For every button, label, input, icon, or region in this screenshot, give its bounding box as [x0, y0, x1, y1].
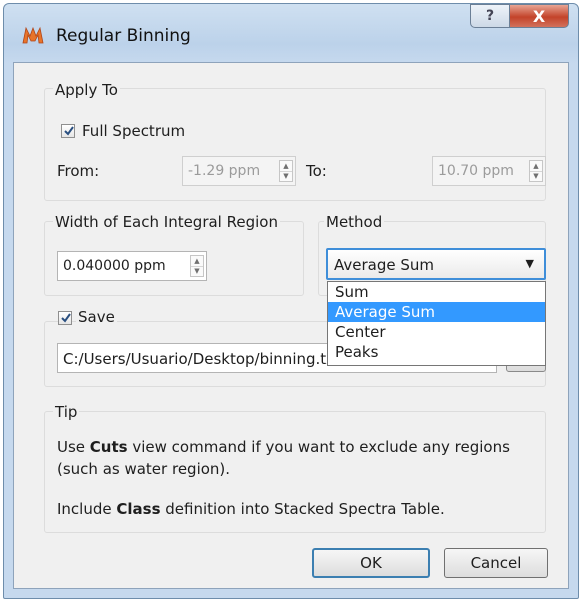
- to-label: To:: [306, 162, 327, 180]
- from-spinbox[interactable]: -1.29 ppm ▲ ▼: [182, 156, 296, 186]
- save-checkbox[interactable]: [58, 311, 72, 325]
- save-path-value: C:/Users/Usuario/Desktop/binning.txt: [63, 350, 341, 368]
- width-region-title: Width of Each Integral Region: [53, 213, 280, 231]
- tip-line-3-prefix: Include: [57, 500, 117, 518]
- method-option-peaks[interactable]: Peaks: [328, 342, 545, 362]
- checkmark-icon: [64, 126, 74, 136]
- tip-line-1-prefix: Use: [57, 438, 90, 456]
- width-value: 0.040000 ppm: [63, 258, 166, 274]
- window-title: Regular Binning: [56, 26, 191, 46]
- full-spectrum-label: Full Spectrum: [82, 122, 186, 140]
- app-logo-icon: [22, 26, 44, 44]
- full-spectrum-checkbox[interactable]: [61, 124, 75, 138]
- tip-title: Tip: [53, 403, 80, 421]
- spin-down-icon[interactable]: ▼: [280, 171, 292, 181]
- title-bar[interactable]: Regular Binning ? X: [4, 4, 578, 62]
- tip-cuts-bold: Cuts: [89, 438, 128, 456]
- close-button[interactable]: X: [509, 4, 569, 28]
- method-title: Method: [324, 213, 385, 231]
- help-icon: ?: [485, 8, 495, 24]
- from-value: -1.29 ppm: [188, 163, 261, 179]
- apply-to-title: Apply To: [53, 81, 120, 99]
- to-spin-arrows: ▲ ▼: [529, 160, 543, 182]
- save-title: Save: [76, 308, 117, 326]
- close-icon: X: [532, 6, 546, 26]
- cancel-button-label: Cancel: [470, 554, 522, 572]
- tip-class-bold: Class: [116, 500, 161, 518]
- method-dropdown-list: Sum Average Sum Center Peaks: [327, 281, 546, 366]
- spin-down-icon[interactable]: ▼: [530, 171, 542, 181]
- spin-down-icon[interactable]: ▼: [191, 266, 203, 276]
- to-spinbox[interactable]: 10.70 ppm ▲ ▼: [432, 156, 546, 186]
- method-selected: Average Sum: [334, 256, 435, 274]
- ok-button-label: OK: [360, 554, 382, 572]
- dropdown-arrow-icon: ▼: [525, 257, 534, 270]
- tip-line-1-suffix: view command if you want to exclude any …: [127, 438, 510, 456]
- from-label: From:: [57, 162, 100, 180]
- method-combobox[interactable]: Average Sum ▼: [326, 248, 546, 280]
- help-button[interactable]: ?: [470, 4, 510, 28]
- dialog-window: Regular Binning ? X Apply To Full Spectr…: [3, 3, 579, 599]
- cancel-button[interactable]: Cancel: [444, 548, 548, 578]
- method-option-average-sum[interactable]: Average Sum: [328, 302, 545, 322]
- method-option-center[interactable]: Center: [328, 322, 545, 342]
- tip-line-2: (such as water region).: [57, 460, 231, 478]
- dialog-body: Apply To Full Spectrum From: -1.29 ppm ▲…: [13, 62, 569, 589]
- tip-line-3-suffix: definition into Stacked Spectra Table.: [160, 500, 445, 518]
- method-option-sum[interactable]: Sum: [328, 282, 545, 302]
- width-spin-arrows: ▲ ▼: [190, 255, 204, 277]
- tip-line-1: Use Cuts view command if you want to exc…: [57, 438, 510, 456]
- ok-button[interactable]: OK: [312, 548, 430, 578]
- checkmark-icon: [61, 313, 71, 323]
- to-value: 10.70 ppm: [438, 163, 514, 179]
- width-spinbox[interactable]: 0.040000 ppm ▲ ▼: [57, 251, 207, 281]
- from-spin-arrows: ▲ ▼: [279, 160, 293, 182]
- tip-line-3: Include Class definition into Stacked Sp…: [57, 500, 445, 518]
